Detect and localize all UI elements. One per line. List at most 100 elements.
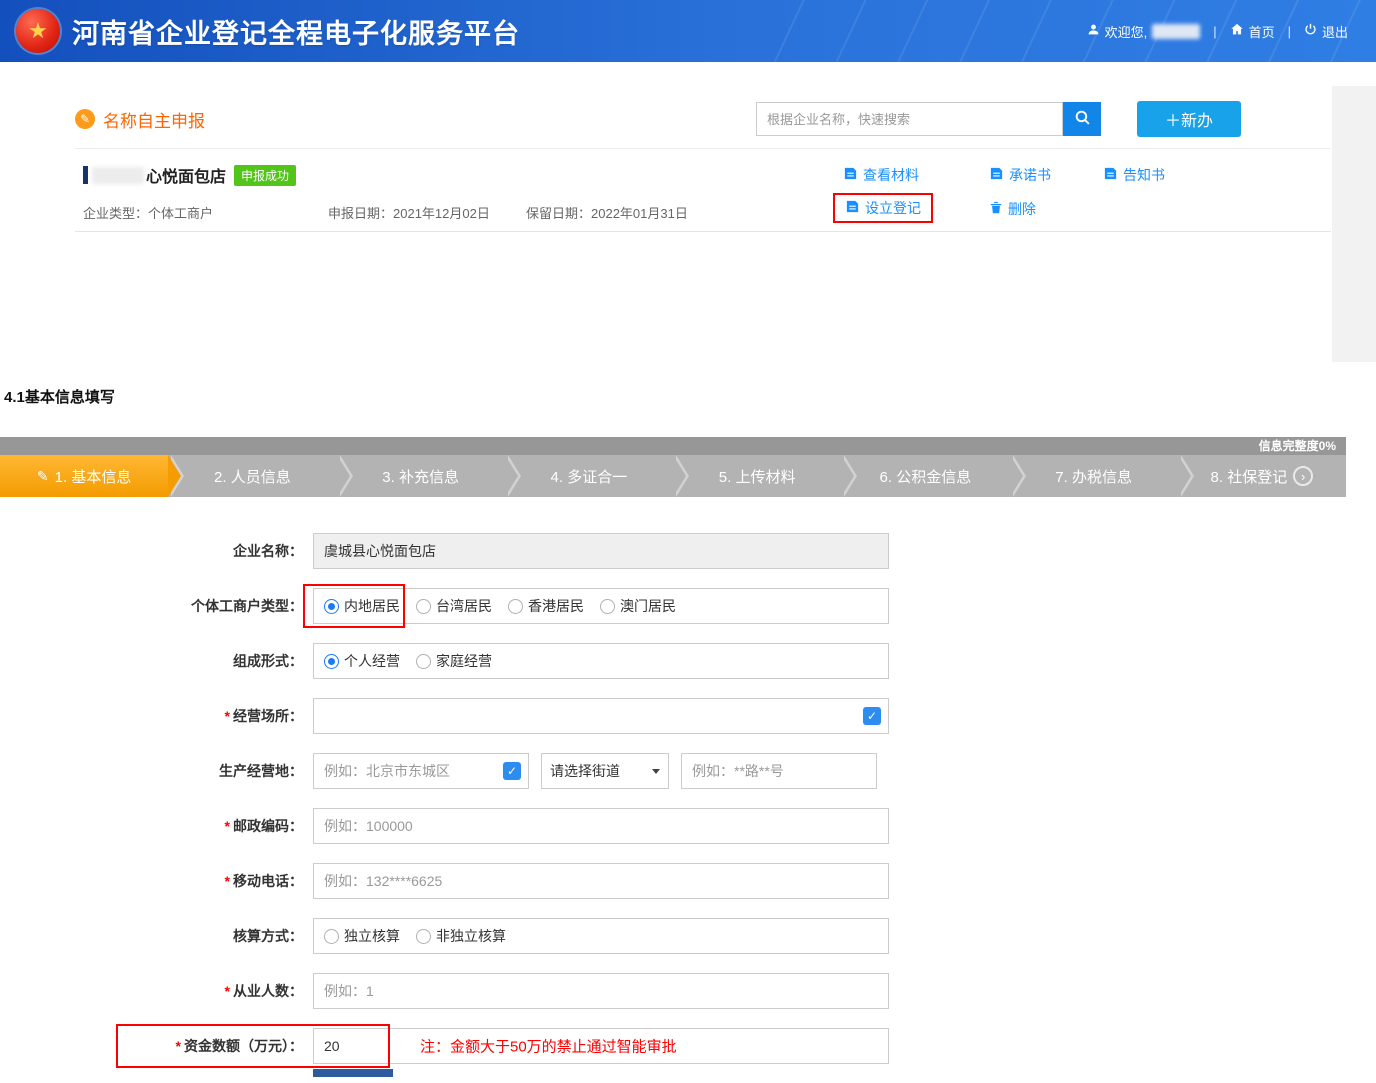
commitment-letter-link[interactable]: 承诺书 xyxy=(989,165,1051,185)
chevron-down-icon xyxy=(652,769,660,774)
tab-provident-fund[interactable]: 6. 公积金信息 xyxy=(841,455,1009,497)
radio-hongkong-resident[interactable]: 香港居民 xyxy=(508,596,584,616)
view-materials-link[interactable]: 查看材料 xyxy=(843,165,919,185)
company-name-label: 企业名称： xyxy=(0,541,313,561)
district-input-wrap: ✓ xyxy=(313,753,529,789)
tab-tax-info[interactable]: 7. 办税信息 xyxy=(1010,455,1178,497)
search-input[interactable] xyxy=(756,102,1063,136)
postal-code-input[interactable] xyxy=(313,808,889,844)
setup-registration-link-annotated[interactable]: 设立登记 xyxy=(833,193,933,223)
postal-code-label: *邮政编码： xyxy=(0,816,313,836)
trash-icon xyxy=(989,200,1003,218)
radio-icon xyxy=(600,599,615,614)
field-composition: 组成形式： 个人经营 家庭经营 xyxy=(0,643,1346,679)
more-steps-icon[interactable]: › xyxy=(1293,466,1313,486)
status-badge: 申报成功 xyxy=(234,165,296,186)
premises-input-wrap: ✓ xyxy=(313,698,889,734)
field-company-name: 企业名称： xyxy=(0,533,1346,569)
tab-basic-info[interactable]: ✎ 1. 基本信息 xyxy=(0,455,168,497)
district-picker-icon[interactable]: ✓ xyxy=(503,762,521,780)
tab-upload-materials[interactable]: 5. 上传材料 xyxy=(673,455,841,497)
logout-label: 退出 xyxy=(1322,22,1348,41)
field-mobile: *移动电话： xyxy=(0,863,1346,899)
radio-icon xyxy=(416,929,431,944)
notification-letter-link[interactable]: 告知书 xyxy=(1103,165,1165,185)
tab-multi-certificate[interactable]: 4. 多证合一 xyxy=(505,455,673,497)
national-emblem-logo: ★ xyxy=(16,9,60,53)
enterprise-type: 企业类型：个体工商户 xyxy=(83,203,328,222)
radio-independent-accounting[interactable]: 独立核算 xyxy=(324,926,400,946)
radio-icon xyxy=(324,654,339,669)
radio-icon xyxy=(416,654,431,669)
accounting-label: 核算方式： xyxy=(0,926,313,946)
declaration-record-row: 心悦面包店 申报成功 查看材料 承诺书 告知书 企业类型：个体工商户 申报日期：… xyxy=(75,148,1331,232)
logout-link[interactable]: 退出 xyxy=(1304,22,1348,41)
household-type-label: 个体工商户类型： xyxy=(0,596,313,616)
power-icon xyxy=(1304,23,1317,39)
production-place-label: 生产经营地： xyxy=(0,761,313,781)
company-name: 心悦面包店 xyxy=(146,163,226,187)
accounting-group: 独立核算 非独立核算 xyxy=(313,918,889,954)
declare-date: 申报日期：2021年12月02日 xyxy=(328,203,526,222)
delete-record-link[interactable]: 删除 xyxy=(989,199,1036,219)
mobile-input[interactable] xyxy=(313,863,889,899)
form-fields: 企业名称： 个体工商户类型： 内地居民 台湾居民 香港居民 xyxy=(0,497,1346,1064)
radio-icon xyxy=(508,599,523,614)
tab-personnel-info[interactable]: 2. 人员信息 xyxy=(168,455,336,497)
employees-input[interactable] xyxy=(313,973,889,1009)
address-detail-input[interactable] xyxy=(681,753,877,789)
document-icon xyxy=(843,166,858,184)
radio-icon xyxy=(324,929,339,944)
document-icon xyxy=(845,199,860,217)
redaction-bar xyxy=(83,166,88,184)
field-capital: *资金数额（万元）： 注：金额大于50万的禁止通过智能审批 xyxy=(0,1028,1346,1064)
home-link[interactable]: 首页 xyxy=(1230,22,1275,41)
premises-input[interactable] xyxy=(313,698,889,734)
capital-label: *资金数额（万元）： xyxy=(0,1036,313,1056)
radio-family-operation[interactable]: 家庭经营 xyxy=(416,651,492,671)
mobile-label: *移动电话： xyxy=(0,871,313,891)
radio-icon xyxy=(416,599,431,614)
search-group xyxy=(756,102,1101,136)
welcome-area: 欢迎您, xyxy=(1087,22,1201,41)
field-household-type: 个体工商户类型： 内地居民 台湾居民 香港居民 澳门居民 xyxy=(0,588,1346,624)
pencil-icon: ✎ xyxy=(37,468,49,485)
new-application-button[interactable]: ＋新办 xyxy=(1137,101,1241,137)
radio-mainland-resident[interactable]: 内地居民 xyxy=(324,596,400,616)
district-input[interactable] xyxy=(313,753,529,789)
registration-form: 信息完整度0% ✎ 1. 基本信息 2. 人员信息 3. 补充信息 4. 多证合… xyxy=(0,437,1346,1083)
address-picker-icon[interactable]: ✓ xyxy=(863,707,881,725)
app-title: 河南省企业登记全程电子化服务平台 xyxy=(72,12,520,51)
header-separator: | xyxy=(1288,24,1291,39)
tab-supplementary-info[interactable]: 3. 补充信息 xyxy=(337,455,505,497)
field-postal-code: *邮政编码： xyxy=(0,808,1346,844)
record-title-line: 心悦面包店 申报成功 xyxy=(83,163,296,187)
search-button[interactable] xyxy=(1063,102,1101,136)
capital-warning-note: 注：金额大于50万的禁止通过智能审批 xyxy=(420,1036,677,1057)
company-name-input[interactable] xyxy=(313,533,889,569)
record-meta-line: 企业类型：个体工商户 申报日期：2021年12月02日 保留日期：2022年01… xyxy=(83,203,688,222)
welcome-label: 欢迎您, xyxy=(1105,22,1148,41)
panel-title: 名称自主申报 xyxy=(103,107,205,132)
redacted-company-prefix xyxy=(92,167,144,184)
field-accounting: 核算方式： 独立核算 非独立核算 xyxy=(0,918,1346,954)
home-icon xyxy=(1230,23,1244,39)
app-header: ★ 河南省企业登记全程电子化服务平台 欢迎您, | 首页 | 退出 xyxy=(0,0,1376,62)
street-select[interactable]: 请选择街道 xyxy=(541,753,669,789)
radio-macao-resident[interactable]: 澳门居民 xyxy=(600,596,676,616)
user-icon xyxy=(1087,23,1100,39)
step-tabs: ✎ 1. 基本信息 2. 人员信息 3. 补充信息 4. 多证合一 5. 上传材… xyxy=(0,455,1346,497)
composition-group: 个人经营 家庭经营 xyxy=(313,643,889,679)
search-icon xyxy=(1074,109,1091,129)
radio-non-independent-accounting[interactable]: 非独立核算 xyxy=(416,926,506,946)
name-declaration-panel: ✎ 名称自主申报 ＋新办 心悦面包店 申报成功 查看材料 xyxy=(75,98,1331,232)
premises-label: *经营场所： xyxy=(0,706,313,726)
radio-individual-operation[interactable]: 个人经营 xyxy=(324,651,400,671)
field-employees: *从业人数： xyxy=(0,973,1346,1009)
keep-date: 保留日期：2022年01月31日 xyxy=(526,203,688,222)
radio-taiwan-resident[interactable]: 台湾居民 xyxy=(416,596,492,616)
document-icon xyxy=(1103,166,1118,184)
page-right-gutter xyxy=(1332,86,1376,362)
tab-social-security[interactable]: 8. 社保登记 › xyxy=(1178,455,1346,497)
household-type-group: 内地居民 台湾居民 香港居民 澳门居民 xyxy=(313,588,889,624)
